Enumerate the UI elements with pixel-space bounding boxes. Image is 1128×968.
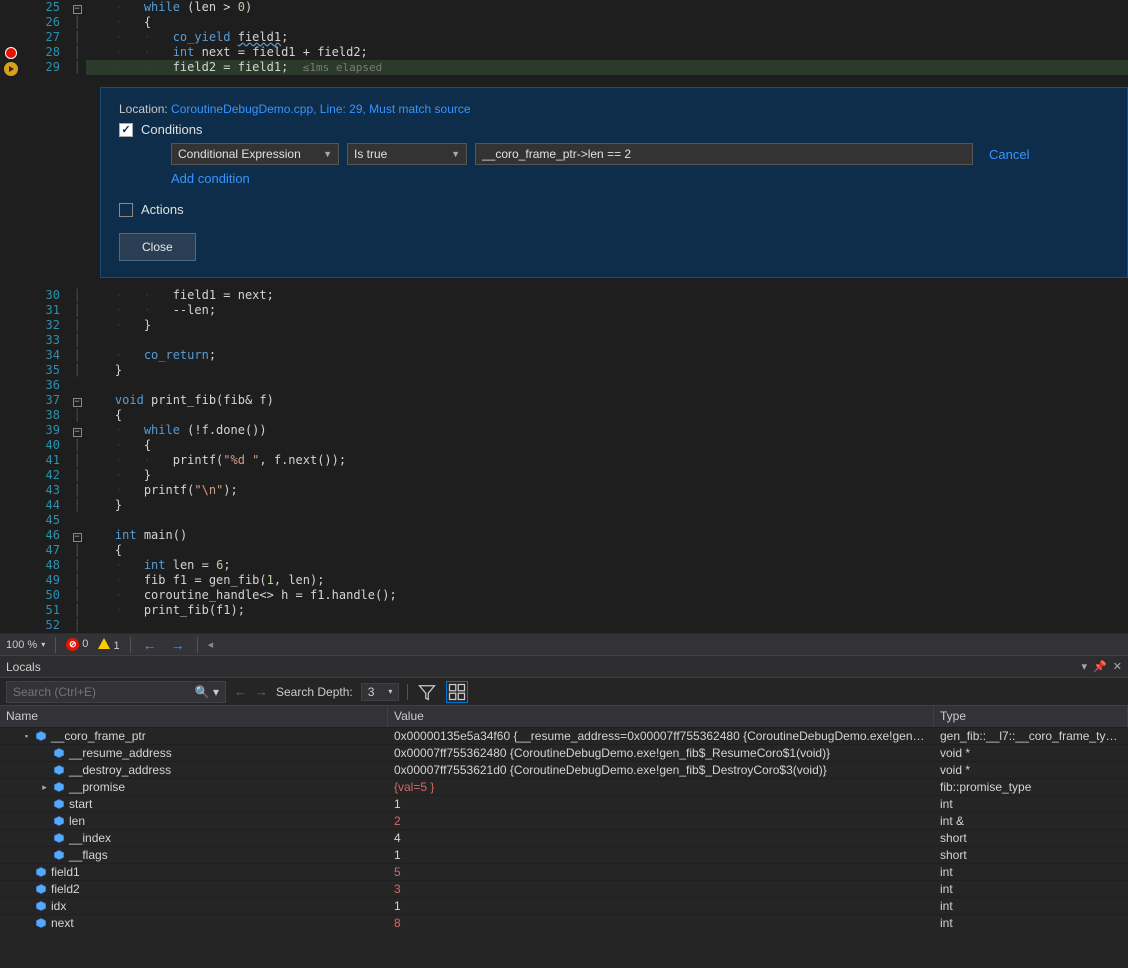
locals-search-box[interactable]: 🔍 ▾ <box>6 681 226 703</box>
code-editor-bottom[interactable]: 3031323334353637383940414243444546474849… <box>0 288 1128 633</box>
search-depth-dropdown[interactable]: 3▾ <box>361 683 400 701</box>
locals-row[interactable]: field23int <box>0 880 1128 897</box>
locals-row[interactable]: len2int & <box>0 812 1128 829</box>
search-prev-icon[interactable]: ← <box>234 684 247 699</box>
condition-operator-dropdown[interactable]: Is true▼ <box>347 143 467 165</box>
close-button[interactable]: Close <box>119 233 196 261</box>
column-name[interactable]: Name <box>0 706 388 727</box>
error-count[interactable]: ⊘ 0 <box>66 638 88 651</box>
code-editor-top[interactable]: 2526272829−││││ · while (len > 0) · { · … <box>0 0 1128 77</box>
add-condition-link[interactable]: Add condition <box>171 171 250 186</box>
locals-row[interactable]: next8int <box>0 914 1128 931</box>
nav-caret-icon: ◂ <box>208 638 214 651</box>
column-value[interactable]: Value <box>388 706 934 727</box>
filter-icon[interactable] <box>416 681 438 703</box>
location-label: Location: <box>119 102 168 116</box>
column-type[interactable]: Type <box>934 706 1128 727</box>
locals-row[interactable]: ▪__coro_frame_ptr0x00000135e5a34f60 {__r… <box>0 727 1128 744</box>
locals-grid-header: Name Value Type <box>0 705 1128 727</box>
actions-checkbox[interactable] <box>119 203 133 217</box>
condition-type-dropdown[interactable]: Conditional Expression▼ <box>171 143 339 165</box>
locals-row[interactable]: __destroy_address0x00007ff7553621d0 {Cor… <box>0 761 1128 778</box>
locals-toolbar: 🔍 ▾ ← → Search Depth: 3▾ <box>0 677 1128 705</box>
nav-back-icon[interactable]: ← <box>141 637 159 653</box>
close-icon[interactable]: ✕ <box>1113 660 1122 673</box>
zoom-level[interactable]: 100 %▾ <box>6 639 45 651</box>
locals-row[interactable]: __resume_address0x00007ff755362480 {Coro… <box>0 744 1128 761</box>
locals-row[interactable]: __index4short <box>0 829 1128 846</box>
locals-panel-title: Locals ▾ 📌 ✕ <box>0 655 1128 677</box>
search-icon[interactable]: 🔍 ▾ <box>189 685 225 699</box>
view-mode-icon[interactable] <box>446 681 468 703</box>
conditions-label: Conditions <box>141 122 202 137</box>
locals-title-text: Locals <box>6 660 41 674</box>
cancel-link[interactable]: Cancel <box>989 147 1029 162</box>
location-link[interactable]: CoroutineDebugDemo.cpp, Line: 29, Must m… <box>171 102 471 116</box>
locals-row[interactable]: start1int <box>0 795 1128 812</box>
warning-count[interactable]: 1 <box>98 638 119 652</box>
search-depth-label: Search Depth: <box>276 685 353 699</box>
editor-status-bar: 100 %▾ ⊘ 0 1 ← → ◂ <box>0 633 1128 655</box>
window-dropdown-icon[interactable]: ▾ <box>1082 660 1088 673</box>
locals-row[interactable]: ▸__promise{val=5 }fib::promise_type <box>0 778 1128 795</box>
locals-row[interactable]: __flags1short <box>0 846 1128 863</box>
pin-icon[interactable]: 📌 <box>1093 660 1107 673</box>
actions-label: Actions <box>141 202 184 217</box>
locals-row[interactable]: idx1int <box>0 897 1128 914</box>
locals-row[interactable]: field15int <box>0 863 1128 880</box>
conditions-checkbox[interactable] <box>119 123 133 137</box>
locals-grid-body[interactable]: ▪__coro_frame_ptr0x00000135e5a34f60 {__r… <box>0 727 1128 968</box>
nav-forward-icon[interactable]: → <box>169 637 187 653</box>
condition-expression-input[interactable] <box>475 143 973 165</box>
locals-search-input[interactable] <box>7 685 189 699</box>
search-next-icon[interactable]: → <box>255 684 268 699</box>
breakpoint-settings-panel: Location: CoroutineDebugDemo.cpp, Line: … <box>100 87 1128 278</box>
